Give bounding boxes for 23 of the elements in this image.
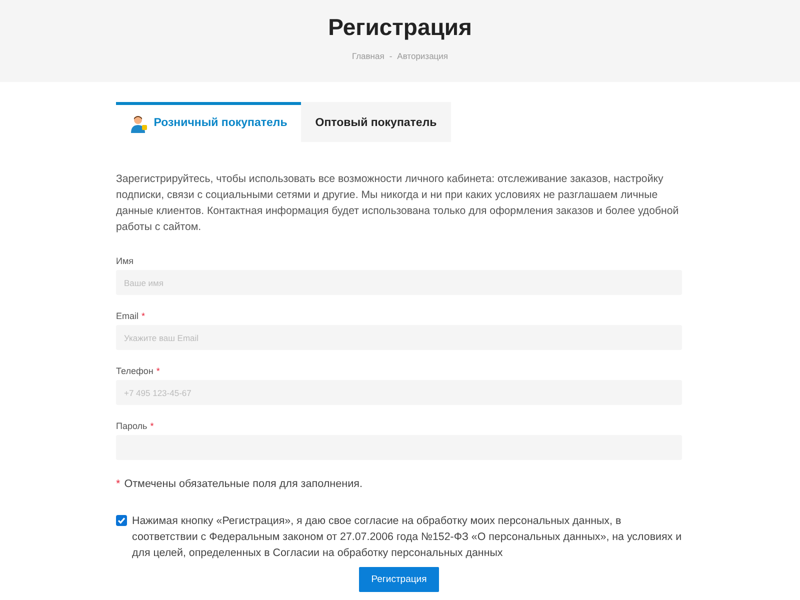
input-field[interactable]: Укажите ваш Email: [116, 325, 682, 350]
person-icon: [130, 114, 148, 132]
input-field[interactable]: Ваше имя: [116, 270, 682, 295]
field-label: Пароль: [116, 420, 148, 432]
register-button[interactable]: Регистрация: [359, 567, 439, 592]
breadcrumb-link[interactable]: Главная: [352, 51, 384, 62]
required-asterisk: *: [156, 365, 160, 377]
field-label: Телефон: [116, 365, 154, 377]
tab[interactable]: Оптовый покупатель: [301, 102, 451, 142]
check-icon: [117, 516, 126, 526]
breadcrumb-link[interactable]: Авторизация: [397, 51, 448, 62]
consent-text: Нажимая кнопку «Регистрация», я даю свое согласие на обработку моих персональных данных, в соответствии с Федеральным законом от 27.07.2006 года №152-ФЗ «О персональных данных», на условиях и для целей, определенных в Согласии на обработку персональных данных: [132, 514, 682, 562]
field-label: Email: [116, 310, 139, 322]
field-label: Имя: [116, 255, 134, 267]
input-field[interactable]: +7 495 123-45-67: [116, 380, 682, 405]
required-asterisk: *: [142, 310, 146, 322]
page-title: Регистрация: [328, 13, 472, 42]
required-asterisk: *: [150, 420, 154, 432]
consent-checkbox[interactable]: [116, 515, 127, 526]
breadcrumb-separator: -: [389, 51, 392, 62]
required-note: Отмечены обязательные поля для заполнения.: [124, 477, 362, 492]
required-asterisk: *: [116, 477, 120, 492]
intro-paragraph: Зарегистрируйтесь, чтобы использовать все возможности личного кабинета: отслеживание заказов, настройку подписки, связи с социальными сетями и другие. Мы никогда и ни при каких условиях не разглашаем личные данные клиентов. Контактная информация будет использована только для оформления заказов и более удобной работы с сайтом.: [116, 172, 680, 235]
